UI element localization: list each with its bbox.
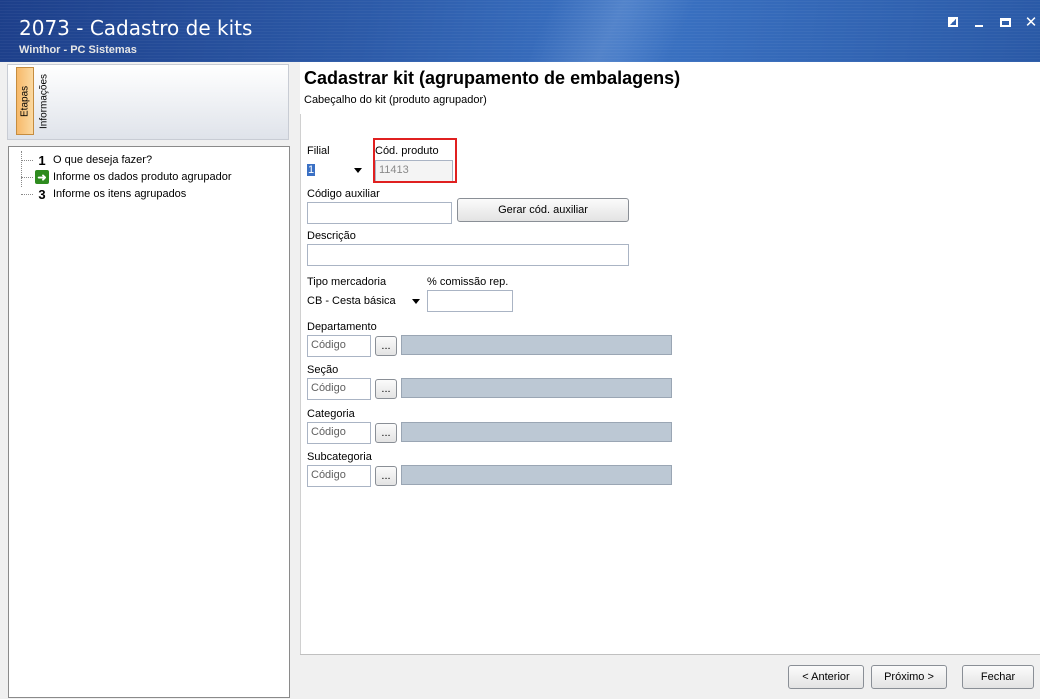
proximo-button[interactable]: Próximo > bbox=[871, 665, 947, 689]
descricao-input[interactable] bbox=[307, 244, 629, 266]
tab-etapas[interactable]: Etapas bbox=[16, 67, 34, 135]
secao-codigo-input[interactable]: Código bbox=[307, 378, 371, 400]
comissao-input[interactable] bbox=[427, 290, 513, 312]
kit-form: Filial 1 Cód. produto 11413 Código auxil… bbox=[300, 114, 1040, 654]
current-step-arrow-icon: ➜ bbox=[35, 170, 49, 184]
secao-description bbox=[401, 378, 672, 398]
secao-label: Seção bbox=[307, 364, 339, 376]
maximize-icon[interactable] bbox=[996, 14, 1014, 30]
page-title: Cadastrar kit (agrupamento de embalagens… bbox=[304, 68, 681, 88]
fechar-button[interactable]: Fechar bbox=[962, 665, 1034, 689]
anterior-button[interactable]: < Anterior bbox=[788, 665, 864, 689]
page-header: Cadastrar kit (agrupamento de embalagens… bbox=[300, 62, 1040, 114]
window-subtitle: Winthor - PC Sistemas bbox=[19, 44, 137, 56]
tipo-mercadoria-label: Tipo mercadoria bbox=[307, 276, 387, 288]
subcategoria-lookup-button[interactable]: ... bbox=[375, 466, 397, 486]
secao-lookup-button[interactable]: ... bbox=[375, 379, 397, 399]
departamento-label: Departamento bbox=[307, 321, 377, 333]
tab-informacoes[interactable]: Informações bbox=[35, 67, 53, 135]
wizard-sidebar: Etapas Informações 1 O que deseja fazer?… bbox=[6, 62, 292, 699]
main-panel: Cadastrar kit (agrupamento de embalagens… bbox=[300, 62, 1040, 699]
window-title: 2073 - Cadastro de kits bbox=[19, 16, 253, 40]
tree-branch bbox=[21, 193, 33, 195]
step-number: 3 bbox=[38, 186, 46, 202]
descricao-label: Descrição bbox=[307, 230, 356, 242]
comissao-label: % comissão rep. bbox=[427, 276, 509, 288]
step-item-2[interactable]: ➜ Informe os dados produto agrupador bbox=[21, 169, 232, 185]
codigo-auxiliar-label: Código auxiliar bbox=[307, 188, 380, 200]
step-item-1[interactable]: 1 O que deseja fazer? bbox=[21, 152, 152, 168]
step-label: Informe os itens agrupados bbox=[53, 188, 187, 200]
categoria-label: Categoria bbox=[307, 408, 355, 420]
title-bar-shine bbox=[420, 0, 840, 62]
steps-tree: 1 O que deseja fazer? ➜ Informe os dados… bbox=[8, 146, 290, 698]
filial-select[interactable]: 1 bbox=[307, 159, 367, 181]
subcategoria-description bbox=[401, 465, 672, 485]
chevron-down-icon[interactable] bbox=[354, 168, 362, 173]
codigo-auxiliar-input[interactable] bbox=[307, 202, 452, 224]
close-icon[interactable]: ✕ bbox=[1022, 13, 1040, 31]
tipo-mercadoria-select[interactable]: CB - Cesta básica bbox=[307, 290, 425, 312]
categoria-description bbox=[401, 422, 672, 442]
window-body: Etapas Informações 1 O que deseja fazer?… bbox=[0, 62, 1040, 699]
chevron-down-icon[interactable] bbox=[412, 299, 420, 304]
highlight-box bbox=[373, 138, 457, 183]
departamento-lookup-button[interactable]: ... bbox=[375, 336, 397, 356]
page-subtitle: Cabeçalho do kit (produto agrupador) bbox=[304, 94, 487, 106]
sidebar-tab-strip: Etapas Informações bbox=[7, 64, 289, 140]
filial-value: 1 bbox=[307, 164, 316, 176]
tree-branch bbox=[21, 159, 33, 161]
step-number: 1 bbox=[38, 152, 46, 168]
title-bar: 2073 - Cadastro de kits Winthor - PC Sis… bbox=[0, 0, 1040, 62]
categoria-codigo-input[interactable]: Código bbox=[307, 422, 371, 444]
step-label: O que deseja fazer? bbox=[53, 154, 153, 166]
tree-branch bbox=[21, 176, 33, 178]
restore-icon[interactable] bbox=[944, 14, 962, 30]
subcategoria-codigo-input[interactable]: Código bbox=[307, 465, 371, 487]
step-item-3[interactable]: 3 Informe os itens agrupados bbox=[21, 186, 186, 202]
subcategoria-label: Subcategoria bbox=[307, 451, 372, 463]
window-controls: ✕ bbox=[944, 13, 1040, 31]
gerar-codigo-auxiliar-button[interactable]: Gerar cód. auxiliar bbox=[457, 198, 629, 222]
departamento-codigo-input[interactable]: Código bbox=[307, 335, 371, 357]
tipo-mercadoria-value: CB - Cesta básica bbox=[307, 295, 396, 307]
step-label: Informe os dados produto agrupador bbox=[53, 171, 232, 183]
wizard-footer: < Anterior Próximo > Fechar bbox=[300, 654, 1040, 699]
categoria-lookup-button[interactable]: ... bbox=[375, 423, 397, 443]
departamento-description bbox=[401, 335, 672, 355]
form-divider bbox=[300, 114, 301, 654]
filial-label: Filial bbox=[307, 145, 330, 157]
minimize-icon[interactable] bbox=[970, 14, 988, 30]
